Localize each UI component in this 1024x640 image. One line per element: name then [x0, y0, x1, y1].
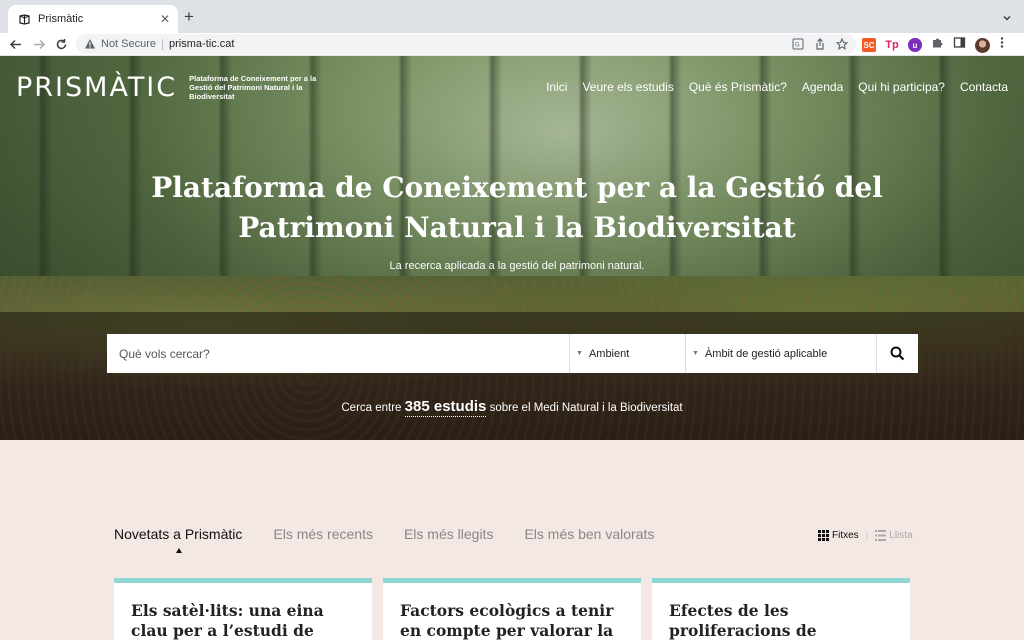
back-arrow-icon[interactable]	[7, 36, 23, 52]
view-fitxes-button[interactable]: Fitxes	[818, 530, 859, 541]
view-llista-button[interactable]: Llista	[875, 530, 913, 541]
study-cards: Els satèl·lits: una eina clau per a l’es…	[114, 578, 910, 640]
caret-down-icon: ▼	[692, 350, 699, 357]
browser-menu-icon[interactable]	[999, 36, 1005, 54]
hero-title-line2: Patrimoni Natural i la Biodiversitat	[238, 211, 796, 244]
url-text[interactable]: prisma-tic.cat	[169, 38, 234, 50]
ambient-select[interactable]: ▼ Ambient	[569, 334, 685, 373]
nav-inici[interactable]: Inici	[546, 80, 567, 94]
svg-text:G: G	[795, 42, 800, 49]
close-tab-icon[interactable]: ✕	[160, 12, 170, 26]
tab-mes-recents[interactable]: Els més recents	[273, 526, 373, 542]
site-logo[interactable]: PRISMÀTIC Plataforma de Coneixement per …	[16, 72, 339, 103]
tab-search-chevron-icon[interactable]	[1002, 10, 1012, 28]
search-button[interactable]	[876, 334, 918, 373]
content-tabs: Novetats a Prismàtic Els més recents Els…	[114, 526, 654, 553]
nav-veure-estudis[interactable]: Veure els estudis	[582, 80, 673, 94]
extension-u-icon[interactable]: u	[908, 38, 922, 52]
hero-title: Plataforma de Coneixement per a la Gesti…	[0, 168, 1024, 248]
study-card[interactable]: Factors ecològics a tenir en compte per …	[383, 578, 641, 640]
search-input[interactable]	[107, 334, 569, 373]
warning-icon	[85, 39, 95, 49]
card-title: Factors ecològics a tenir en compte per …	[400, 601, 614, 640]
logo-wordmark: PRISMÀTIC	[16, 72, 178, 103]
nav-qui-hi-participa[interactable]: Qui hi participa?	[858, 80, 945, 94]
extension-tp-icon[interactable]: Tp	[885, 38, 899, 52]
share-icon[interactable]	[814, 37, 826, 55]
search-band: ▼ Ambient ▼ Àmbit de gestió aplicable Ce…	[0, 312, 1024, 440]
hero-subtitle: La recerca aplicada a la gestió del patr…	[389, 260, 645, 272]
reload-icon[interactable]	[53, 36, 69, 52]
card-title: Els satèl·lits: una eina clau per a l’es…	[131, 601, 324, 640]
study-count-link[interactable]: 385 estudis	[404, 398, 487, 417]
ambient-select-label: Ambient	[588, 347, 630, 360]
study-card[interactable]: Els satèl·lits: una eina clau per a l’es…	[114, 578, 372, 640]
browser-toolbar: Not Secure prisma-tic.cat G SC Tp u	[0, 33, 1024, 56]
tab-title: Prismàtic	[38, 13, 84, 25]
browser-tab[interactable]: Prismàtic ✕	[8, 5, 178, 33]
omnibox-divider	[162, 38, 164, 50]
study-card[interactable]: Efectes de les proliferacions de	[652, 578, 910, 640]
translate-icon[interactable]: G	[792, 37, 804, 55]
logo-tagline: Plataforma de Coneixement per a la Gesti…	[189, 74, 317, 101]
caret-down-icon: ▼	[576, 350, 583, 357]
search-bar: ▼ Ambient ▼ Àmbit de gestió aplicable	[107, 334, 918, 373]
browser-tabbar: Prismàtic ✕ +	[0, 0, 1024, 33]
profile-avatar[interactable]	[975, 37, 990, 53]
study-count-line: Cerca entre 385 estudis sobre el Medi Na…	[0, 398, 1024, 417]
count-prefix: Cerca entre	[341, 402, 402, 414]
view-toggle-divider: |	[865, 530, 869, 541]
forward-arrow-icon[interactable]	[31, 36, 47, 52]
view-fitxes-label: Fitxes	[832, 530, 859, 541]
extensions-puzzle-icon[interactable]	[931, 36, 944, 54]
not-secure-label: Not Secure	[101, 38, 157, 50]
tab-mes-ben-valorats[interactable]: Els més ben valorats	[524, 526, 654, 542]
nav-agenda[interactable]: Agenda	[802, 80, 843, 94]
hero-section: PRISMÀTIC Plataforma de Coneixement per …	[0, 56, 1024, 440]
extension-sc-icon[interactable]: SC	[862, 38, 876, 52]
tab-novetats[interactable]: Novetats a Prismàtic	[114, 526, 242, 553]
count-suffix: sobre el Medi Natural i la Biodiversitat	[489, 402, 683, 414]
ambit-select-label: Àmbit de gestió aplicable	[704, 347, 828, 360]
list-icon	[875, 530, 887, 541]
ambit-select[interactable]: ▼ Àmbit de gestió aplicable	[685, 334, 876, 373]
hero-title-line1: Plataforma de Coneixement per a la Gesti…	[151, 171, 883, 204]
new-tab-button[interactable]: +	[184, 8, 194, 26]
address-bar[interactable]: Not Secure prisma-tic.cat G	[76, 34, 856, 54]
site-favicon-icon	[18, 13, 30, 25]
nav-contacta[interactable]: Contacta	[960, 80, 1008, 94]
tab-mes-llegits[interactable]: Els més llegits	[404, 526, 493, 542]
bookmark-star-icon[interactable]	[835, 37, 849, 55]
view-llista-label: Llista	[889, 530, 913, 541]
main-nav: Inici Veure els estudis Què és Prismàtic…	[546, 80, 1008, 94]
view-toggle: Fitxes | Llista	[818, 530, 913, 541]
grid-icon	[818, 530, 829, 541]
nav-que-es-prismatic[interactable]: Què és Prismàtic?	[689, 80, 787, 94]
side-panel-icon[interactable]	[953, 36, 966, 54]
card-title: Efectes de les proliferacions de	[669, 601, 817, 640]
search-icon	[890, 346, 905, 361]
